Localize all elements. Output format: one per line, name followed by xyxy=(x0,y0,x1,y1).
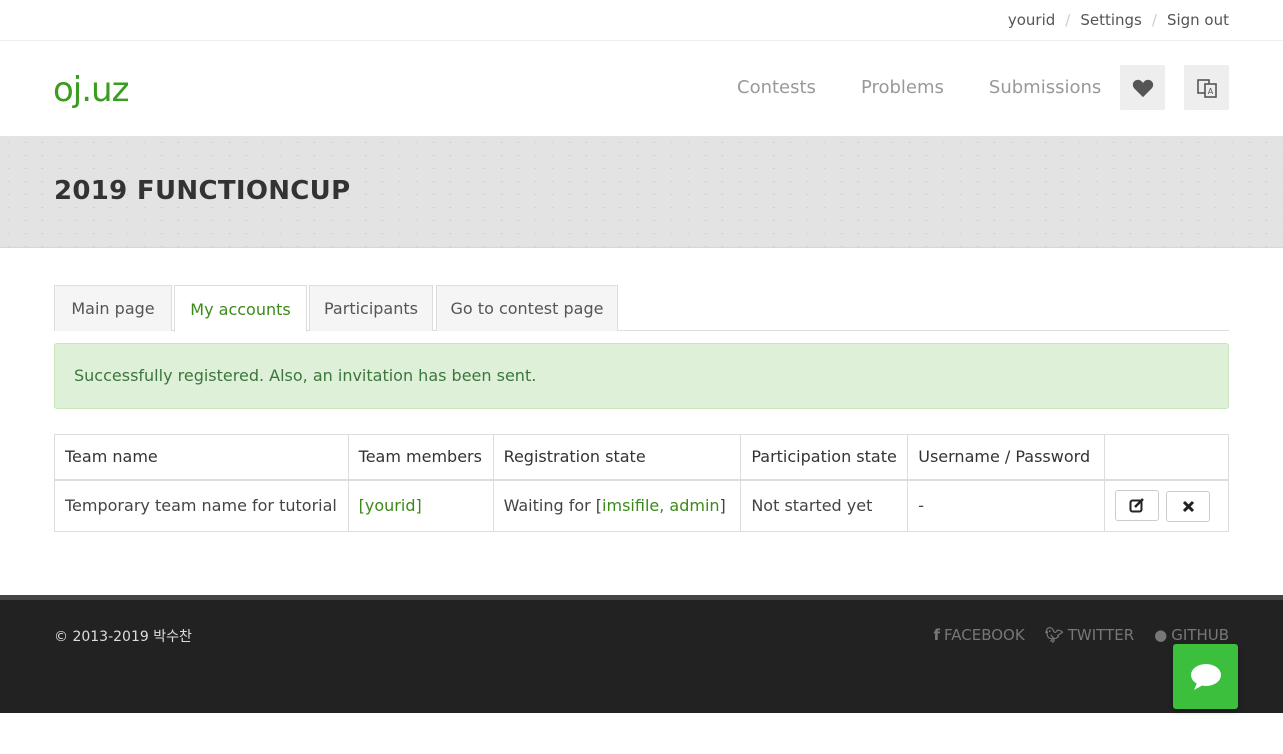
header-team-members: Team members xyxy=(347,434,494,481)
contest-title: 2019 FUNCTIONCUP xyxy=(54,176,351,206)
actions-cell xyxy=(1104,479,1229,532)
header-team-name: Team name xyxy=(54,434,349,481)
tab-participants[interactable]: Participants xyxy=(309,285,433,331)
site-logo[interactable]: oj.uz xyxy=(53,70,129,110)
settings-link[interactable]: Settings xyxy=(1080,11,1142,29)
facebook-link[interactable]: f FACEBOOK xyxy=(933,626,1024,644)
contest-banner: 2019 FUNCTIONCUP xyxy=(0,136,1283,248)
credentials-cell: - xyxy=(907,479,1106,532)
tab-go-to-contest[interactable]: Go to contest page xyxy=(436,285,618,331)
user-links: yourid / Settings / Sign out xyxy=(1008,11,1229,29)
nav-submissions[interactable]: Submissions xyxy=(989,77,1101,98)
facebook-label: FACEBOOK xyxy=(944,626,1025,644)
team-name-cell: Temporary team name for tutorial xyxy=(54,479,349,532)
edit-button[interactable] xyxy=(1115,489,1160,521)
nav-contests[interactable]: Contests xyxy=(737,77,816,98)
header-credentials: Username / Password xyxy=(907,434,1106,481)
header-actions xyxy=(1104,434,1229,481)
separator: / xyxy=(1151,11,1157,29)
username-link[interactable]: yourid xyxy=(1008,11,1055,29)
participation-state-cell: Not started yet xyxy=(740,479,909,532)
edit-icon xyxy=(1129,498,1144,513)
header: oj.uz Contests Problems Submissions A xyxy=(0,41,1283,136)
language-icon: A xyxy=(1196,78,1217,98)
tab-main-page[interactable]: Main page xyxy=(54,285,172,331)
heart-icon xyxy=(1132,79,1153,97)
twitter-label: TWITTER xyxy=(1067,626,1135,644)
github-label: GITHUB xyxy=(1171,626,1229,644)
separator: / xyxy=(1065,11,1071,29)
registration-state-cell: Waiting for [imsifile, admin] xyxy=(492,479,742,532)
top-bar: yourid / Settings / Sign out xyxy=(0,0,1283,41)
nav-problems[interactable]: Problems xyxy=(861,77,944,98)
svg-text:A: A xyxy=(1207,87,1213,96)
reg-suffix: ] xyxy=(719,496,726,516)
member-link[interactable]: yourid xyxy=(365,496,416,515)
footer: © 2013-2019 박수찬 f FACEBOOK 🐦︎ TWITTER ● GIT… xyxy=(0,595,1283,713)
table-header-row: Team name Team members Registration stat… xyxy=(54,434,1229,481)
github-link[interactable]: ● GITHUB xyxy=(1154,626,1229,644)
language-button[interactable]: A xyxy=(1184,65,1229,110)
delete-button[interactable] xyxy=(1166,491,1211,522)
bracket: ] xyxy=(415,496,422,516)
reg-prefix: Waiting for [ xyxy=(503,496,603,516)
close-icon xyxy=(1182,500,1194,513)
chat-icon xyxy=(1190,663,1221,690)
contest-tabs: Main page My accounts Participants Go to… xyxy=(54,285,1229,332)
header-participation-state: Participation state xyxy=(740,434,909,481)
copyright: © 2013-2019 박수찬 xyxy=(54,629,192,645)
social-links: f FACEBOOK 🐦︎ TWITTER ● GITHUB xyxy=(913,626,1229,644)
accounts-table: Team name Team members Registration stat… xyxy=(54,434,1229,532)
heart-button[interactable] xyxy=(1120,65,1165,110)
team-members-cell: [yourid] xyxy=(347,479,494,532)
table-row: Temporary team name for tutorial [yourid… xyxy=(54,479,1229,532)
facebook-icon: f xyxy=(933,626,941,644)
main-nav: Contests Problems Submissions xyxy=(737,77,1146,98)
signout-link[interactable]: Sign out xyxy=(1167,11,1229,29)
github-icon: ● xyxy=(1154,626,1168,644)
twitter-link[interactable]: 🐦︎ TWITTER xyxy=(1045,626,1134,644)
chat-button[interactable] xyxy=(1173,644,1238,709)
tab-my-accounts[interactable]: My accounts xyxy=(174,285,307,332)
success-alert: Successfully registered. Also, an invita… xyxy=(54,343,1229,409)
pending-users[interactable]: imsifile, admin xyxy=(602,496,719,515)
header-registration-state: Registration state xyxy=(492,434,742,481)
twitter-icon: 🐦︎ xyxy=(1044,626,1064,644)
